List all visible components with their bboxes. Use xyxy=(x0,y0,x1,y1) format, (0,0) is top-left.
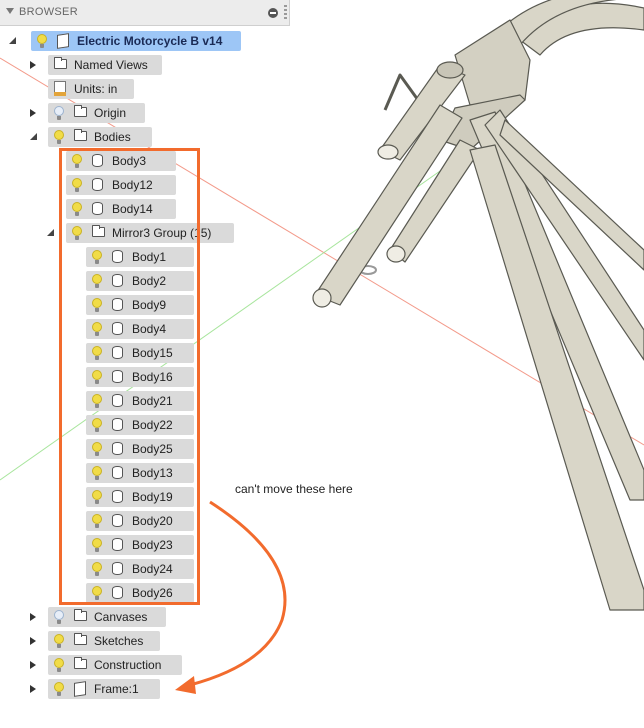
motorcycle-frame xyxy=(312,0,644,611)
tree-item-frame[interactable]: Frame:1 xyxy=(0,679,290,699)
expand-arrow-icon[interactable] xyxy=(30,109,36,117)
visibility-bulb-icon[interactable] xyxy=(54,130,64,144)
tree-item-sketches-label: Sketches xyxy=(94,634,144,648)
expand-arrow-icon[interactable] xyxy=(30,661,36,669)
expand-arrow-icon[interactable] xyxy=(30,613,36,621)
units-icon xyxy=(54,81,66,96)
collapse-arrow-icon[interactable] xyxy=(30,133,37,140)
tree-item-sketches[interactable]: Sketches xyxy=(0,631,290,651)
tree-item-canvases-label: Canvases xyxy=(94,610,148,624)
tree-item-construction[interactable]: Construction xyxy=(0,655,290,675)
expand-arrow-icon[interactable] xyxy=(30,61,36,69)
visibility-bulb-icon[interactable] xyxy=(54,634,64,648)
tree-item-root[interactable]: Electric Motorcycle B v14 xyxy=(0,31,290,51)
tree-item-named-views[interactable]: Named Views xyxy=(0,55,290,75)
visibility-bulb-icon[interactable] xyxy=(37,34,47,48)
tree-item-bodies[interactable]: Bodies xyxy=(0,127,290,147)
panel-grip-icon[interactable] xyxy=(284,5,287,21)
visibility-bulb-icon[interactable] xyxy=(54,682,64,696)
tree-item-units-label: Units: in xyxy=(74,82,118,96)
folder-icon xyxy=(54,57,67,69)
annotation-note: can't move these here xyxy=(235,482,353,496)
tree-item-canvases[interactable]: Canvases xyxy=(0,607,290,627)
browser-header[interactable]: BROWSER xyxy=(0,0,290,26)
tree-item-units[interactable]: Units: in xyxy=(0,79,290,99)
highlight-box xyxy=(59,148,200,605)
visibility-bulb-icon[interactable] xyxy=(54,610,64,624)
tree-item-construction-label: Construction xyxy=(94,658,162,672)
tree-item-named-views-label: Named Views xyxy=(74,58,148,72)
tree-item-frame-label: Frame:1 xyxy=(94,682,139,696)
visibility-bulb-icon[interactable] xyxy=(54,658,64,672)
folder-icon xyxy=(74,105,87,117)
folder-icon xyxy=(74,657,87,669)
tree-item-bodies-label: Bodies xyxy=(94,130,131,144)
expand-arrow-icon[interactable] xyxy=(30,637,36,645)
minimize-icon[interactable] xyxy=(268,8,278,18)
collapse-arrow-icon[interactable] xyxy=(9,37,16,44)
tree-item-origin-label: Origin xyxy=(94,106,127,120)
tree-item-root-label: Electric Motorcycle B v14 xyxy=(77,34,223,48)
collapse-arrow-icon[interactable] xyxy=(6,8,14,14)
folder-icon xyxy=(74,633,87,645)
visibility-bulb-icon[interactable] xyxy=(54,106,64,120)
folder-icon xyxy=(74,129,87,141)
folder-icon xyxy=(74,609,87,621)
component-icon xyxy=(74,681,86,697)
browser-title: BROWSER xyxy=(19,6,78,18)
collapse-arrow-icon[interactable] xyxy=(47,229,54,236)
tree-item-origin[interactable]: Origin xyxy=(0,103,290,123)
component-icon xyxy=(57,33,69,49)
expand-arrow-icon[interactable] xyxy=(30,685,36,693)
